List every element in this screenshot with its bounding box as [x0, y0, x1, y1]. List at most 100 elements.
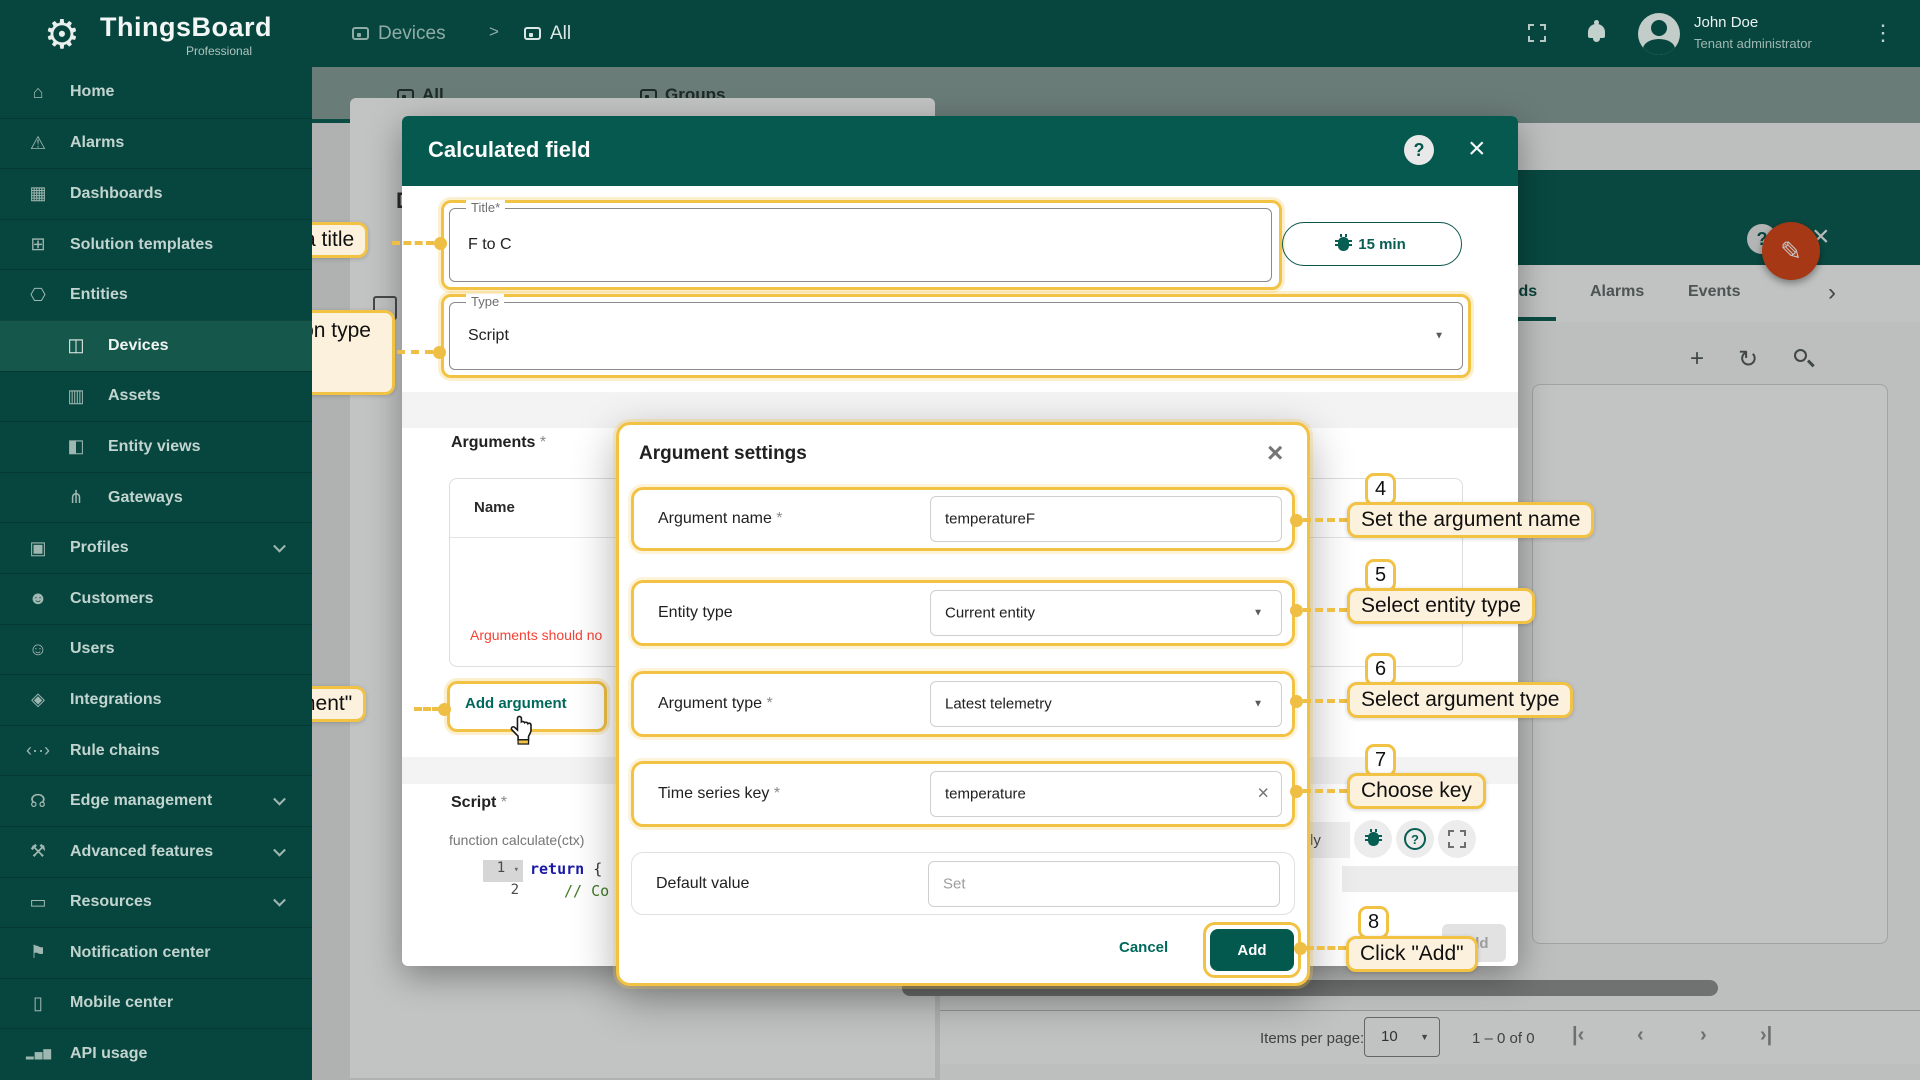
breadcrumb-devices[interactable]: Devices [352, 0, 446, 67]
annotation-connector [1303, 699, 1347, 703]
default-value-label: Default value [656, 874, 750, 892]
annotation-badge-8: 8 [1358, 906, 1389, 939]
solution-templates-icon: ⊞ [30, 234, 46, 255]
top-app-bar: ⚙ ThingsBoard Professional Devices > All… [0, 0, 1920, 67]
sidebar-item-entities[interactable]: ⎔ Entities [0, 269, 312, 320]
annotation-callout-7: Choose key [1347, 773, 1486, 809]
script-editor-edge [1342, 866, 1518, 892]
sidebar-item-edge-management[interactable]: ☊ Edge management [0, 775, 312, 826]
annotation-connector-dot [434, 237, 447, 250]
annotation-connector [1303, 518, 1347, 522]
home-icon: ⌂ [32, 81, 44, 102]
argument-cancel-button[interactable]: Cancel [1119, 939, 1168, 956]
notifications-bell-icon[interactable] [1588, 20, 1605, 42]
argument-name-input[interactable]: temperatureF [930, 496, 1282, 542]
argument-add-button[interactable]: Add [1210, 929, 1294, 971]
type-select-label: Type [466, 294, 505, 309]
dashboards-icon: ▦ [29, 183, 47, 204]
time-series-key-label: Time series key * [658, 785, 781, 802]
annotation-callout-8: Click "Add" [1346, 936, 1478, 972]
annotation-connector-dot [1290, 785, 1303, 798]
sidebar-item-devices[interactable]: ◫ Devices [0, 319, 312, 371]
device-icon [524, 27, 541, 40]
annotation-connector-dot [1290, 604, 1303, 617]
argument-type-select[interactable]: Latest telemetry ▼ [930, 681, 1282, 727]
dialog-title: Calculated field [428, 137, 591, 162]
add-argument-button[interactable]: Add argument [465, 695, 567, 712]
sidebar-item-solution-templates[interactable]: ⊞ Solution templates [0, 218, 312, 270]
bug-icon [1364, 829, 1382, 846]
kebab-menu-icon[interactable]: ⋮ [1872, 20, 1894, 46]
sidebar-item-rule-chains[interactable]: ‹··› Rule chains [0, 724, 312, 776]
script-heading: Script * [451, 794, 508, 811]
entity-type-select[interactable]: Current entity ▼ [930, 590, 1282, 636]
sidebar-item-home[interactable]: ⌂ Home [0, 67, 312, 118]
brand-name: ThingsBoard [100, 12, 272, 42]
time-series-key-input[interactable]: temperature × [930, 771, 1282, 817]
notification-center-icon: ⚑ [29, 942, 47, 963]
chevron-down-icon: ▼ [1253, 607, 1263, 619]
gateways-icon: ⋔ [68, 487, 84, 508]
sidebar-item-dashboards[interactable]: ▦ Dashboards [0, 168, 312, 219]
arguments-heading: Arguments * [451, 434, 547, 451]
annotation-callout-5: Select entity type [1347, 588, 1535, 624]
sidebar-item-integrations[interactable]: ◈ Integrations [0, 674, 312, 725]
type-select[interactable]: Type Script ▼ [449, 294, 1463, 370]
sidebar-item-advanced-features[interactable]: ⚒ Advanced features [0, 825, 312, 877]
fullscreen-icon[interactable] [1438, 820, 1476, 858]
entity-views-icon: ◧ [67, 436, 85, 457]
avatar[interactable] [1638, 13, 1680, 55]
title-field[interactable]: Title* F to C [449, 200, 1272, 282]
chevron-down-icon: ▼ [1253, 698, 1263, 710]
annotation-connector [1303, 608, 1347, 612]
arguments-name-column: Name [474, 499, 515, 516]
alarm-icon: ⚠ [29, 132, 47, 153]
help-icon[interactable]: ? [1404, 135, 1434, 165]
argument-settings-dialog: Argument settings × Argument name * temp… [616, 422, 1310, 986]
brand-subtitle: Professional [186, 44, 253, 58]
annotation-connector-dot [433, 346, 446, 359]
breadcrumb-all[interactable]: All [524, 0, 571, 67]
sidebar-item-users[interactable]: ☺ Users [0, 623, 312, 675]
bug-icon [1335, 234, 1353, 251]
clear-icon[interactable]: × [1257, 783, 1269, 806]
user-role: Tenant administrator [1694, 36, 1812, 51]
sidebar-item-entity-views[interactable]: ◧ Entity views [0, 421, 312, 472]
help-icon[interactable]: ? [1396, 820, 1434, 858]
devices-icon: ◫ [67, 335, 85, 356]
users-icon: ☺ [28, 638, 48, 659]
device-icon [352, 27, 369, 40]
argument-settings-title: Argument settings [639, 443, 807, 464]
sidebar-item-api-usage[interactable]: ▂▅▇ API usage [0, 1028, 312, 1079]
close-icon[interactable]: × [1468, 132, 1486, 166]
type-select-value: Script [468, 327, 509, 344]
sidebar-item-customers[interactable]: ☻ Customers [0, 572, 312, 624]
close-icon[interactable]: × [1267, 437, 1283, 469]
sidebar-item-profiles[interactable]: ▣ Profiles [0, 522, 312, 573]
debug-icon[interactable] [1354, 820, 1392, 858]
sidebar-item-gateways[interactable]: ⋔ Gateways [0, 471, 312, 523]
entities-icon: ⎔ [30, 284, 46, 305]
code-editor[interactable]: return { // Co [530, 860, 609, 904]
row-argument-name: Argument name * temperatureF [631, 487, 1295, 551]
sidebar-item-mobile-center[interactable]: ▯ Mobile center [0, 977, 312, 1029]
mobile-center-icon: ▯ [33, 992, 43, 1013]
chevron-down-icon [273, 792, 286, 806]
annotation-connector-dot [438, 703, 451, 716]
sidebar-item-assets[interactable]: ▥ Assets [0, 370, 312, 422]
sidebar-item-alarms[interactable]: ⚠ Alarms [0, 117, 312, 169]
profiles-icon: ▣ [29, 537, 47, 558]
annotation-callout-6: Select argument type [1347, 682, 1574, 718]
sidebar-item-resources[interactable]: ▭ Resources [0, 876, 312, 928]
debug-chip[interactable]: 15 min [1282, 222, 1462, 266]
rule-chains-icon: ‹··› [26, 740, 50, 761]
script-signature: function calculate(ctx) [449, 832, 585, 848]
edge-management-icon: ☊ [30, 790, 46, 811]
default-value-input[interactable]: Set [928, 860, 1280, 907]
annotation-connector [414, 707, 440, 711]
sidebar-item-notification-center[interactable]: ⚑ Notification center [0, 927, 312, 978]
thingsboard-logo-icon: ⚙ [44, 13, 80, 57]
row-default-value: Default value Set [631, 852, 1295, 915]
chevron-down-icon [273, 843, 286, 857]
fullscreen-icon[interactable] [1528, 24, 1546, 42]
